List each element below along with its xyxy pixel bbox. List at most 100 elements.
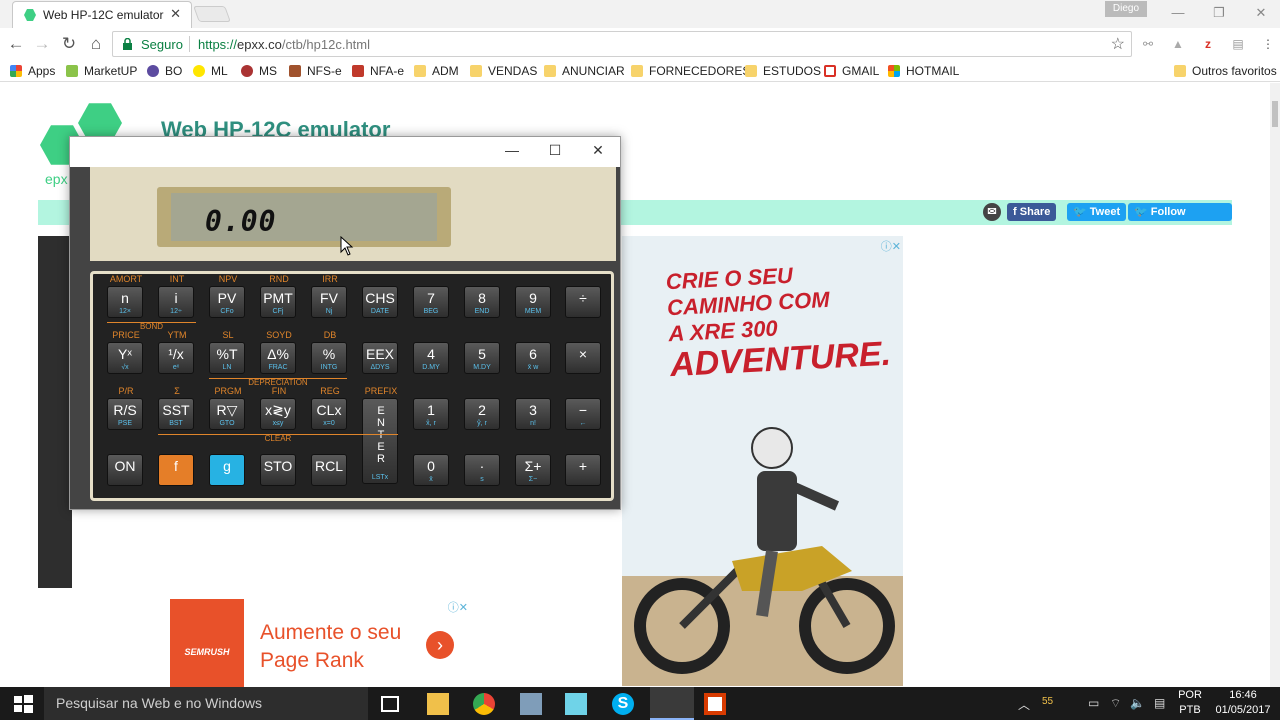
battery-icon[interactable]: ▭ (1088, 696, 1099, 710)
chevron-right-icon[interactable]: › (426, 631, 454, 659)
wifi-icon[interactable]: ⌔ (1110, 696, 1121, 711)
bookmark-adm[interactable]: ADM (414, 63, 459, 79)
key-f[interactable]: f (158, 454, 194, 486)
key-9[interactable]: 9 MEM (515, 286, 551, 318)
bookmark-nfse[interactable]: NFS-e (289, 63, 342, 79)
key-i[interactable]: i 12÷ INT (158, 274, 194, 318)
skype-icon[interactable]: S (612, 693, 634, 715)
key-pmt[interactable]: PMT CFj RND (260, 274, 296, 318)
key-2[interactable]: 2 ŷ, r (464, 398, 500, 430)
bookmark-bo[interactable]: BO (147, 63, 182, 79)
bookmark-nfae[interactable]: NFA-e (352, 63, 404, 79)
calculator-taskbar-icon[interactable] (650, 687, 694, 720)
tweet-button[interactable]: 🐦 Tweet (1067, 203, 1127, 221)
taskbar-clock[interactable]: 16:46 01/05/2017 (1212, 688, 1274, 718)
key-g[interactable]: g (209, 454, 245, 486)
key-4[interactable]: 4 D.MY (413, 342, 449, 374)
key-t[interactable]: %T LN SL (209, 330, 245, 374)
bookmark-ms[interactable]: MS (241, 63, 277, 79)
motorcycle-ad[interactable]: ⓘ✕ CRIE O SEU CAMINHO COM A XRE 300 ADVE… (622, 236, 903, 686)
tab-close-icon[interactable]: ✕ (170, 6, 181, 22)
adchoices-icon[interactable]: ⓘ✕ (448, 599, 468, 615)
key-pv[interactable]: PV CFo NPV (209, 274, 245, 318)
key-clx[interactable]: CLx x=0 REG (311, 386, 347, 430)
key-op13[interactable]: Δ% FRAC SOYD (260, 330, 296, 374)
key-1[interactable]: 1 x̂, r (413, 398, 449, 430)
key-eex[interactable]: EEX ΔDYS (362, 342, 398, 374)
key-op19[interactable]: × (565, 342, 601, 374)
home-icon[interactable]: ⌂ (84, 32, 108, 56)
notes-icon[interactable] (565, 693, 587, 715)
key-3[interactable]: 3 n! (515, 398, 551, 430)
bookmark-marketup[interactable]: MarketUP (66, 63, 137, 79)
chrome-icon[interactable] (473, 693, 495, 715)
key-op14[interactable]: % INTG DB (311, 330, 347, 374)
key-6[interactable]: 6 x̄ w (515, 342, 551, 374)
close-window-icon[interactable]: ✕ (1246, 2, 1276, 24)
key-on[interactable]: ON (107, 454, 143, 486)
calculator-window[interactable]: — ☐ ✕ 0.00 n 12× AMORT i 12÷ INT PV CFo NPV PMT CF… (69, 136, 621, 510)
key-8[interactable]: 8 END (464, 286, 500, 318)
extension-icon[interactable]: ⚯ (1140, 36, 1156, 52)
cast-extension-icon[interactable]: ▤ (1230, 36, 1246, 52)
bookmark-star-icon[interactable]: ☆ (1111, 34, 1125, 54)
bookmark-gmail[interactable]: GMAIL (824, 63, 879, 79)
key-op29[interactable]: − ← (565, 398, 601, 430)
notifications-icon[interactable]: ▤ (1154, 696, 1165, 710)
key-op37[interactable]: Σ+ Σ− (515, 454, 551, 486)
key-rcl[interactable]: RCL (311, 454, 347, 486)
reload-icon[interactable]: ↻ (57, 32, 81, 56)
key-op09[interactable]: ÷ (565, 286, 601, 318)
office-icon[interactable] (704, 693, 726, 715)
app-icon[interactable] (520, 693, 542, 715)
key-fv[interactable]: FV Nj IRR (311, 274, 347, 318)
profile-button[interactable]: Diego (1105, 1, 1147, 17)
bookmark-anunciar[interactable]: ANUNCIAR (544, 63, 625, 79)
bookmark-apps[interactable]: Apps (10, 63, 55, 79)
maximize-window-icon[interactable]: ❐ (1204, 2, 1234, 24)
bookmark-outros-favoritos[interactable]: Outros favoritos (1174, 63, 1277, 79)
language-indicator[interactable]: POR PTB (1178, 688, 1202, 718)
key-xy[interactable]: x≷y x≤y FIN (260, 386, 296, 430)
adchoices-icon[interactable]: ⓘ✕ (881, 238, 901, 254)
key-sto[interactable]: STO (260, 454, 296, 486)
bookmark-ml[interactable]: ML (193, 63, 228, 79)
new-tab-button[interactable] (193, 6, 231, 22)
key-5[interactable]: 5 M.DY (464, 342, 500, 374)
file-explorer-icon[interactable] (427, 693, 449, 715)
key-decimal[interactable]: · s (464, 454, 500, 486)
email-share-icon[interactable]: ✉ (983, 203, 1001, 221)
minimize-window-icon[interactable]: — (1163, 2, 1193, 24)
facebook-share-button[interactable]: f Share (1007, 203, 1057, 221)
key-7[interactable]: 7 BEG (413, 286, 449, 318)
calc-minimize-icon[interactable]: — (497, 142, 527, 158)
menu-icon[interactable]: ⋮ (1260, 36, 1276, 52)
taskbar-search[interactable]: Pesquisar na Web e no Windows (44, 687, 368, 720)
back-icon[interactable]: ← (4, 32, 28, 56)
drive-extension-icon[interactable]: ▲ (1170, 36, 1186, 52)
show-hidden-icons-icon[interactable]: ︿ (1018, 696, 1030, 713)
address-bar[interactable]: Seguro https://epxx.co/ctb/hp12c.html ☆ (112, 31, 1132, 57)
calculator-titlebar[interactable]: — ☐ ✕ (70, 137, 620, 167)
volume-icon[interactable]: 🔈 (1130, 696, 1145, 710)
page-scrollbar[interactable] (1270, 83, 1280, 687)
calc-close-icon[interactable]: ✕ (583, 142, 613, 159)
key-r[interactable]: R▽ GTO PRGM (209, 386, 245, 430)
calc-maximize-icon[interactable]: ☐ (540, 142, 570, 159)
key-n[interactable]: n 12× AMORT (107, 274, 143, 318)
bookmark-vendas[interactable]: VENDAS (470, 63, 537, 79)
semrush-ad[interactable]: SEMRUSH Aumente o seu Page Rank › ⓘ✕ (170, 599, 470, 687)
forward-icon[interactable]: → (30, 32, 54, 56)
key-0[interactable]: 0 x̄ (413, 454, 449, 486)
key-y[interactable]: Yˣ √x PRICE (107, 330, 143, 374)
z-extension-icon[interactable]: z (1200, 36, 1216, 52)
key-x[interactable]: ¹/x eˣ YTM (158, 330, 194, 374)
key-chs[interactable]: CHS DATE (362, 286, 398, 318)
follow-button[interactable]: 🐦 Follow @epx__ (1128, 203, 1232, 236)
key-sst[interactable]: SST BST Σ (158, 386, 194, 430)
key-op38[interactable]: + (565, 454, 601, 486)
bookmark-hotmail[interactable]: HOTMAIL (888, 63, 959, 79)
task-view-icon[interactable] (381, 696, 399, 712)
bookmark-fornecedores[interactable]: FORNECEDORES (631, 63, 750, 79)
key-rs[interactable]: R/S PSE P/R (107, 386, 143, 430)
